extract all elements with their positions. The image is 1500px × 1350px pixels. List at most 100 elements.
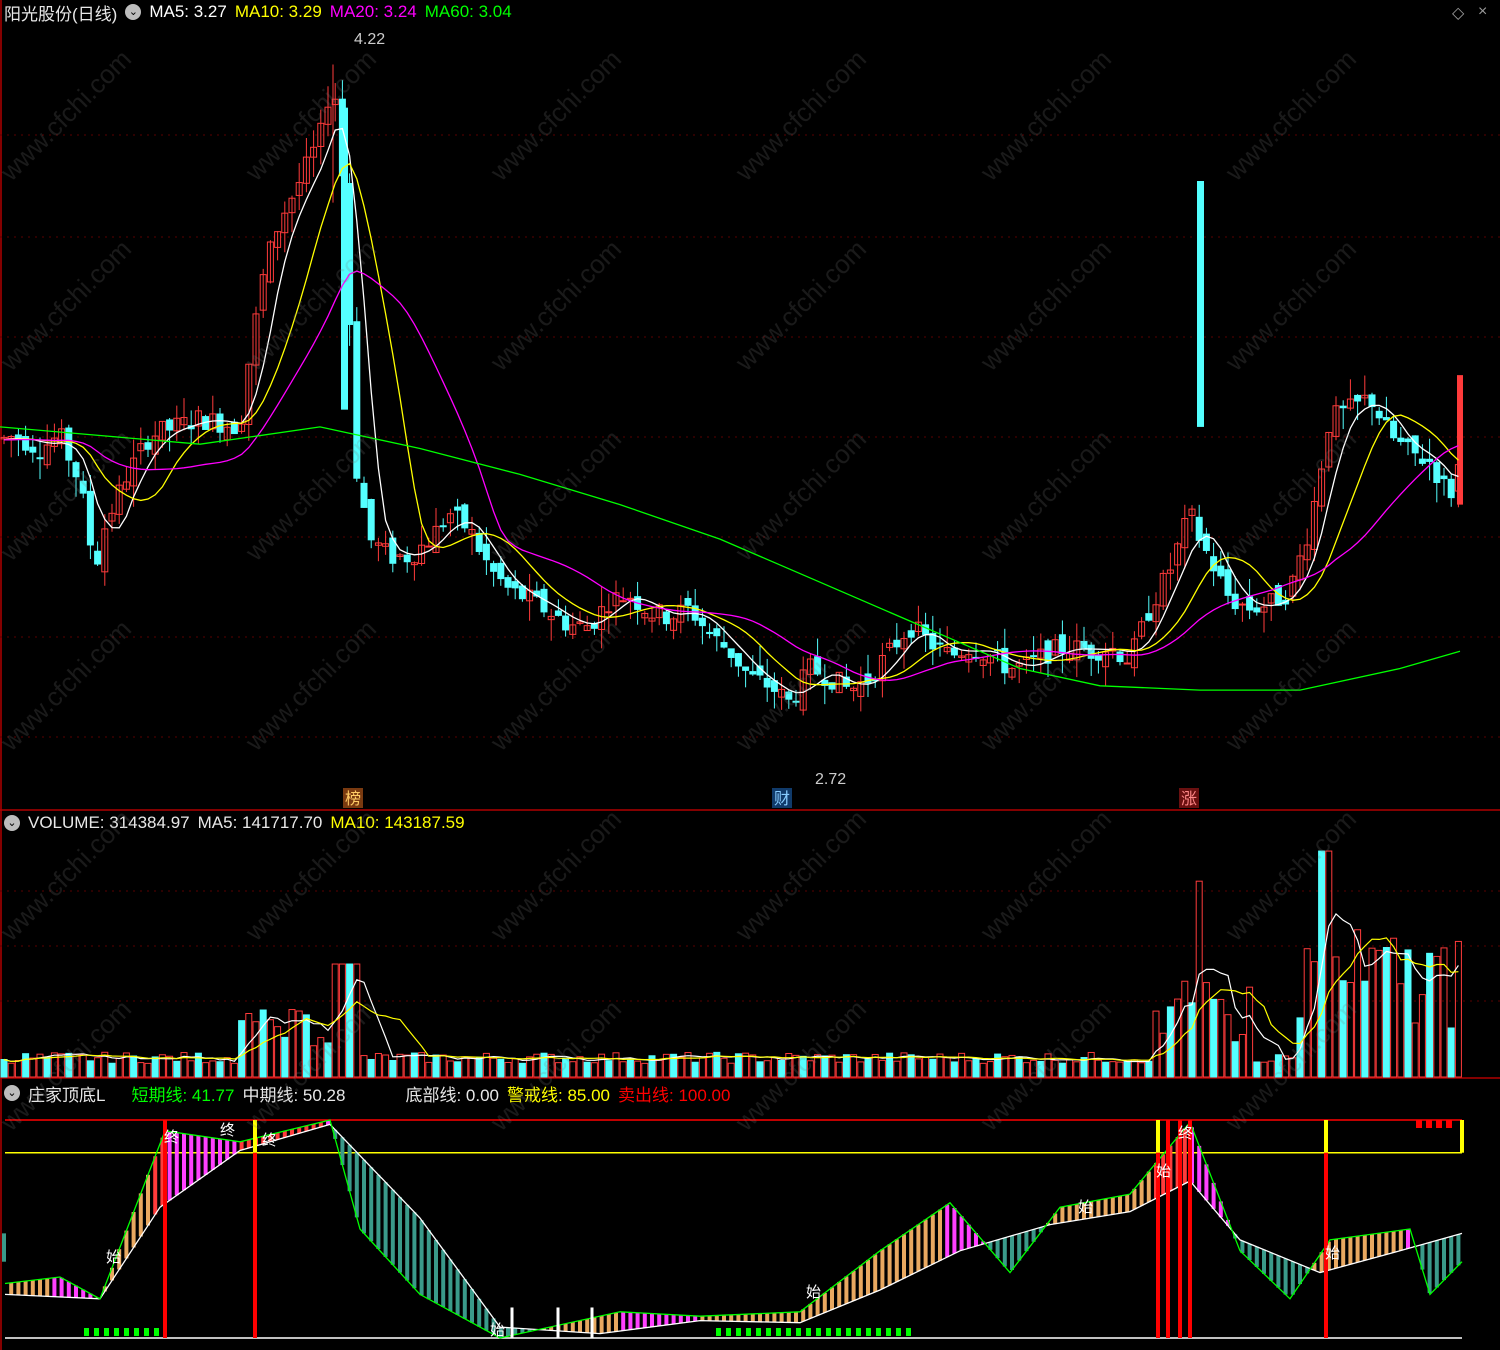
candle-body bbox=[403, 554, 411, 563]
bottom-zone-mark bbox=[866, 1328, 871, 1336]
candle-body bbox=[1418, 458, 1426, 464]
candle-body bbox=[1030, 655, 1038, 658]
volume-bar bbox=[1138, 1062, 1146, 1078]
bottom-zone-mark bbox=[716, 1328, 721, 1336]
end-glyph: 终 bbox=[1178, 1125, 1193, 1142]
candle-body bbox=[1116, 651, 1124, 663]
ma60-label: MA60: 3.04 bbox=[424, 2, 512, 21]
bottom-zone-mark bbox=[114, 1328, 119, 1336]
volume-ma10-line bbox=[3, 937, 1459, 1063]
volume-bar bbox=[43, 1056, 51, 1078]
volume-bar bbox=[1116, 1061, 1124, 1078]
volume-bar bbox=[79, 1054, 87, 1078]
volume-bar bbox=[360, 1055, 368, 1078]
bottom-zone-mark bbox=[876, 1328, 881, 1336]
volume-bar bbox=[907, 1054, 915, 1078]
end-glyph: 终 bbox=[262, 1132, 277, 1149]
volume-bar bbox=[1123, 1060, 1131, 1078]
volume-bar bbox=[504, 1061, 512, 1078]
ma20-line bbox=[3, 270, 1459, 681]
volume-bar bbox=[1253, 1061, 1261, 1078]
volume-bar bbox=[727, 1062, 735, 1078]
candle-body bbox=[1123, 662, 1131, 665]
volume-bar bbox=[965, 1060, 973, 1078]
volume-bar bbox=[302, 1014, 310, 1078]
candle-body bbox=[1433, 462, 1441, 483]
volume-bar bbox=[1224, 1014, 1232, 1078]
volume-bar bbox=[1015, 1056, 1023, 1078]
volume-bar bbox=[151, 1056, 159, 1078]
volume-bar bbox=[1174, 998, 1182, 1078]
volume-bar bbox=[641, 1062, 649, 1078]
bottom-zone-mark bbox=[736, 1328, 741, 1336]
volume-bar bbox=[1361, 980, 1369, 1078]
stock-title[interactable]: 阳光股份(日线) bbox=[4, 0, 117, 25]
volume-bar bbox=[1181, 980, 1189, 1078]
candle-body bbox=[605, 611, 613, 614]
top-zone-mark bbox=[1416, 1120, 1422, 1128]
diamond-icon[interactable]: ◇ bbox=[1452, 3, 1464, 23]
volume-bar bbox=[410, 1052, 418, 1078]
volume-bar bbox=[490, 1057, 498, 1078]
volume-bar bbox=[144, 1062, 152, 1078]
candle-body bbox=[1404, 438, 1412, 443]
moving-average-lines bbox=[0, 127, 1461, 694]
candle-body bbox=[425, 545, 433, 548]
volume-label: VOLUME: 314384.97 bbox=[28, 813, 190, 832]
volume-bar bbox=[475, 1056, 483, 1078]
stock-chart[interactable]: 4.22 2.72 榜 财 涨 始 始 始 始 始 始 终 终 终 终 bbox=[0, 0, 1500, 1350]
candle-body bbox=[511, 581, 519, 589]
volume-bar bbox=[806, 1060, 814, 1078]
volume-bar bbox=[252, 1021, 260, 1078]
indicator-marks bbox=[2, 1119, 1464, 1339]
volume-bar bbox=[418, 1052, 426, 1078]
volume-bar bbox=[864, 1058, 872, 1078]
volume-bar bbox=[626, 1059, 634, 1078]
bottom-zone-mark bbox=[816, 1328, 821, 1336]
volume-ma5-line bbox=[3, 912, 1459, 1063]
volume-bar bbox=[698, 1057, 706, 1078]
volume-bar bbox=[1375, 949, 1383, 1078]
volume-bar bbox=[1094, 1059, 1102, 1078]
volume-bar bbox=[1152, 1010, 1160, 1078]
marker-zhang: 涨 bbox=[1181, 790, 1197, 808]
volume-bar bbox=[1022, 1062, 1030, 1078]
volume-bar bbox=[1296, 1017, 1304, 1078]
short-line-label: 短期线: 41.77 bbox=[131, 1085, 235, 1105]
toggle-icon[interactable]: ⌄ bbox=[4, 815, 20, 831]
candle-body bbox=[1217, 565, 1225, 577]
candle-body bbox=[792, 700, 800, 703]
bottom-zone-mark bbox=[796, 1328, 801, 1336]
volume-bar bbox=[1066, 1059, 1074, 1078]
toggle-icon[interactable]: ⌄ bbox=[4, 1085, 20, 1101]
candle-body bbox=[341, 107, 348, 410]
candle-body bbox=[1224, 569, 1232, 596]
volume-bar bbox=[1274, 1054, 1282, 1078]
candle-body bbox=[1094, 654, 1102, 661]
volume-bar bbox=[1073, 1061, 1081, 1078]
volume-bar bbox=[1303, 948, 1311, 1078]
candle-body bbox=[439, 525, 447, 528]
volume-bar bbox=[857, 1061, 865, 1078]
volume-bar bbox=[1267, 1060, 1275, 1078]
bottom-zone-mark bbox=[846, 1328, 851, 1336]
volume-bar bbox=[914, 1058, 922, 1078]
indicator-name[interactable]: 庄家顶底L bbox=[28, 1081, 105, 1106]
volume-bar bbox=[7, 1062, 15, 1078]
close-icon[interactable]: × bbox=[1478, 3, 1487, 21]
volume-bar bbox=[274, 1026, 282, 1078]
volume-bar bbox=[821, 1055, 829, 1078]
candle-body bbox=[562, 615, 570, 631]
volume-bar bbox=[223, 1057, 231, 1078]
volume-bar bbox=[86, 1060, 94, 1078]
volume-bar bbox=[1159, 1032, 1167, 1078]
volume-bar bbox=[338, 963, 346, 1078]
volume-bar bbox=[1368, 947, 1376, 1078]
volume-bar bbox=[1332, 956, 1340, 1078]
bottom-zone-mark bbox=[896, 1328, 901, 1336]
volume-bar bbox=[1238, 1033, 1246, 1078]
toggle-icon[interactable]: ⌄ bbox=[125, 4, 142, 20]
volume-bar bbox=[374, 1052, 382, 1078]
candle-body bbox=[785, 691, 793, 700]
volume-bar bbox=[1411, 1022, 1419, 1078]
